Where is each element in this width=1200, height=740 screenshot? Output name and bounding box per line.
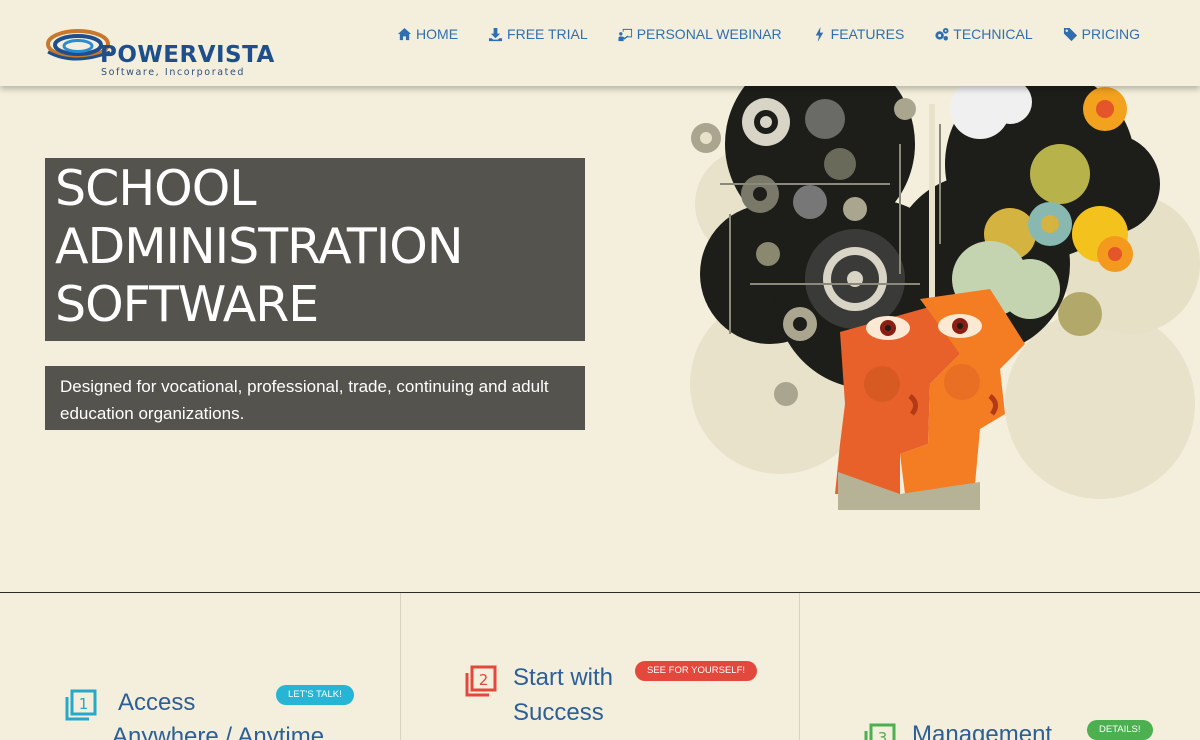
bolt-icon	[815, 26, 823, 42]
feature-management: 3 Management DETAILS!	[800, 593, 1200, 740]
nav-technical-label: TECHNICAL	[953, 26, 1033, 42]
hero-title-line-1: SCHOOL	[55, 160, 257, 217]
lets-talk-badge[interactable]: LET'S TALK!	[276, 685, 354, 705]
nav-pricing-label: PRICING	[1081, 26, 1140, 42]
nav-personal-webinar-label: PERSONAL WEBINAR	[636, 26, 782, 42]
hero-subtitle-box: Designed for vocational, professional, t…	[45, 366, 585, 430]
feature-start-with-success: 2 Start with Success SEE FOR YOURSELF!	[401, 593, 799, 740]
feature-title: Start with	[513, 664, 614, 691]
hero-subtitle: Designed for vocational, professional, t…	[60, 377, 549, 423]
number-1-icon: 1	[65, 689, 97, 721]
nav-free-trial-label: FREE TRIAL	[507, 26, 588, 42]
number-3-icon: 3	[864, 723, 896, 740]
hero-title-box: SCHOOL ADMINISTRATION SOFTWARE	[45, 158, 585, 341]
feature-title: Management	[912, 721, 1053, 740]
svg-text:3: 3	[878, 729, 888, 740]
cogs-icon	[935, 27, 949, 40]
nav-pricing[interactable]: PRICING	[1063, 26, 1140, 42]
nav-features-label: FEATURES	[830, 26, 905, 42]
nav-technical[interactable]: TECHNICAL	[934, 26, 1033, 42]
powervista-logo[interactable]: POWERVISTA Software, Incorporated	[44, 20, 274, 82]
main-nav: HOME FREE TRIAL PERSONAL WEBINAR FEATURE…	[397, 26, 1140, 42]
svg-text:1: 1	[79, 695, 89, 713]
logo-tagline: Software, Incorporated	[101, 67, 246, 78]
nav-personal-webinar[interactable]: PERSONAL WEBINAR	[618, 26, 782, 42]
tags-icon	[1063, 27, 1077, 41]
nav-features[interactable]: FEATURES	[812, 26, 905, 42]
details-badge[interactable]: DETAILS!	[1087, 720, 1153, 740]
nav-free-trial[interactable]: FREE TRIAL	[488, 26, 588, 42]
hero-title-line-2: ADMINISTRATION	[55, 218, 464, 275]
download-icon	[488, 27, 503, 41]
feature-access-anywhere: 1 Access Anywhere / Anytime LET'S TALK!	[0, 593, 400, 740]
feature-title: Access	[118, 689, 196, 716]
nav-home-label: HOME	[416, 26, 459, 42]
svg-text:2: 2	[479, 671, 489, 689]
feature-title-line-2: Anywhere / Anytime	[112, 723, 325, 740]
nav-home[interactable]: HOME	[397, 26, 458, 42]
site-header: POWERVISTA Software, Incorporated HOME F…	[0, 0, 1200, 86]
logo-name: POWERVISTA	[100, 42, 275, 68]
number-2-icon: 2	[465, 665, 497, 697]
feature-title-line-2: Success	[513, 699, 604, 726]
home-icon	[397, 27, 412, 40]
presentation-icon	[618, 28, 632, 41]
see-for-yourself-badge[interactable]: SEE FOR YOURSELF!	[635, 661, 758, 681]
hero-title-line-3: SOFTWARE	[55, 276, 319, 333]
hero-illustration	[690, 84, 1200, 510]
